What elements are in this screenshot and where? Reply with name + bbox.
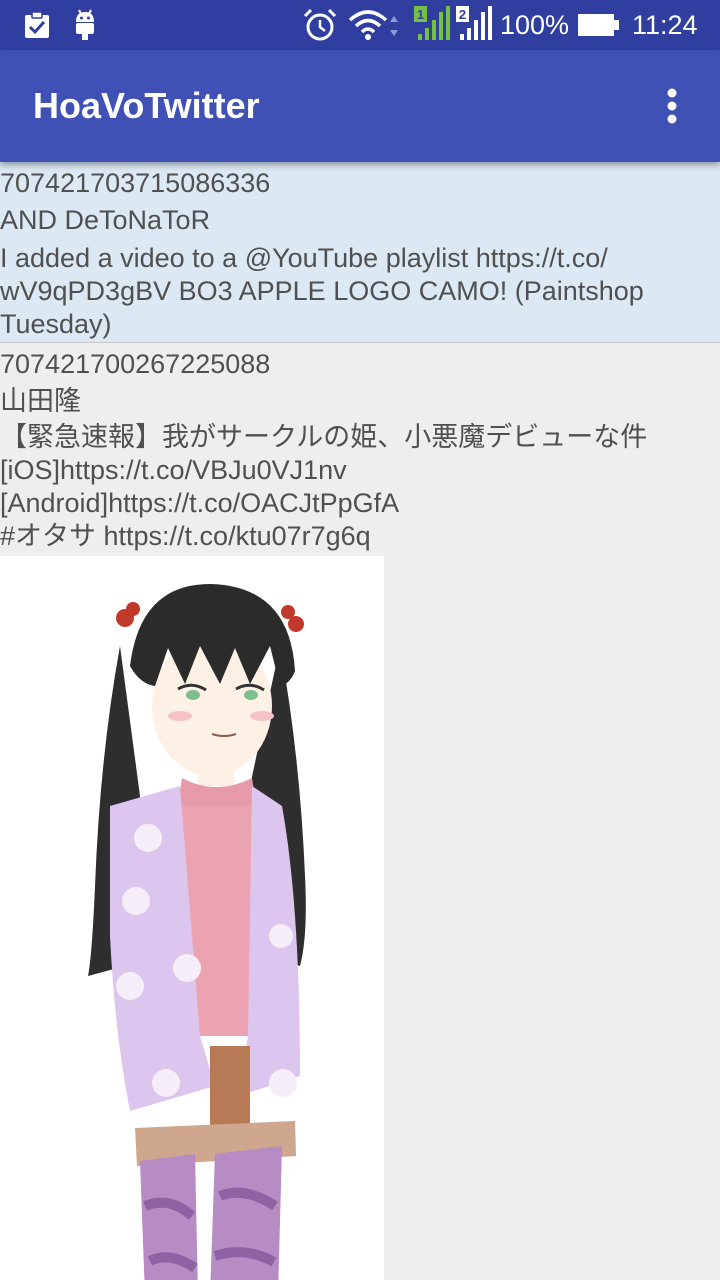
app-bar: HoaVoTwitter	[0, 50, 720, 162]
tweet-list[interactable]: 707421703715086336 AND DeToNaToR I added…	[0, 162, 720, 1280]
battery-icon	[578, 14, 619, 36]
tweet-text: I added a video to a @YouTube playlist h…	[0, 243, 644, 339]
sim1-signal-icon: 1	[414, 6, 450, 40]
battery-percentage: 100%	[500, 10, 570, 40]
more-vert-icon	[667, 88, 677, 124]
anime-girl-illustration	[88, 584, 306, 1280]
clock: 11:24	[632, 10, 698, 40]
sim1-label: 1	[417, 7, 424, 22]
alarm-clock-icon	[303, 8, 337, 41]
task-clipboard-icon	[25, 11, 49, 38]
sim2-signal-icon: 2	[456, 6, 492, 40]
overflow-menu-button[interactable]	[650, 80, 694, 132]
status-bar: 1 2 100% 11:24	[0, 0, 720, 50]
tweet-id: 707421700267225088	[0, 349, 271, 379]
tweet-media-image[interactable]	[0, 556, 384, 1280]
tweet-text: 【緊急速報】我がサークルの姫、小悪魔デビューな件 [iOS]https://t.…	[0, 422, 648, 551]
tweet-id: 707421703715086336	[0, 168, 271, 198]
app-title: HoaVoTwitter	[33, 85, 260, 126]
sim2-label: 2	[459, 7, 466, 22]
android-debug-icon	[76, 9, 94, 40]
tweet-item[interactable]: 707421700267225088 山田隆 【緊急速報】我がサークルの姫、小悪…	[0, 343, 720, 1280]
tweet-user: AND DeToNaToR	[0, 205, 211, 235]
wifi-icon	[348, 10, 398, 40]
tweet-item[interactable]: 707421703715086336 AND DeToNaToR I added…	[0, 162, 720, 343]
tweet-user: 山田隆	[0, 386, 81, 416]
